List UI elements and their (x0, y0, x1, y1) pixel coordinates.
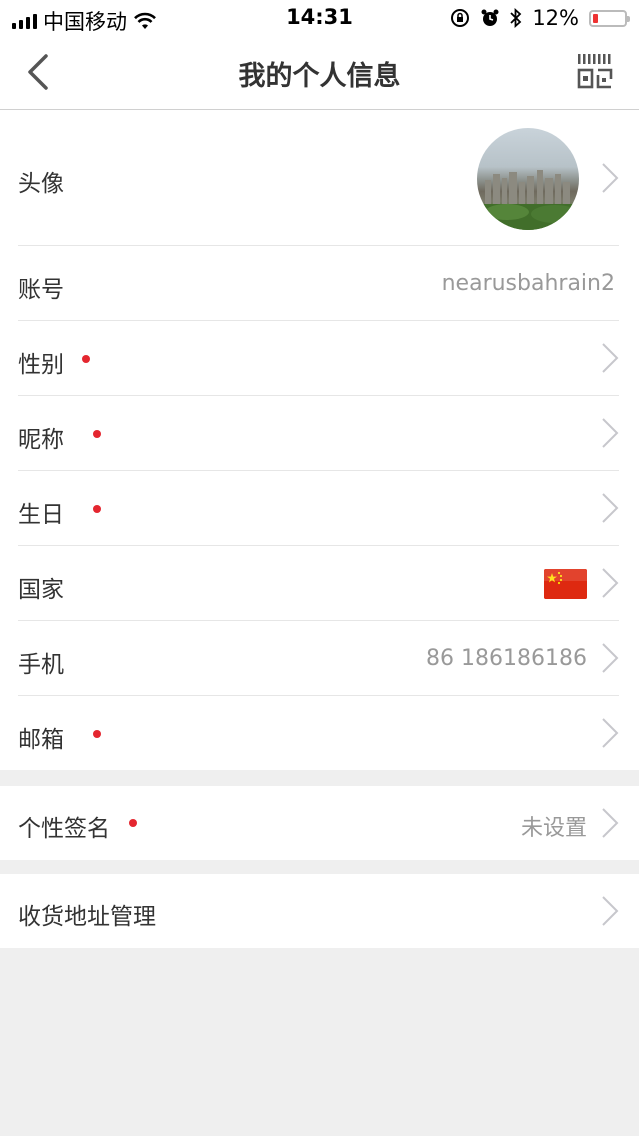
battery-icon (589, 9, 630, 27)
gender-row[interactable]: 性别 (0, 321, 639, 396)
chevron-right-icon (602, 568, 619, 598)
status-right: 12% (450, 6, 630, 30)
phone-value: 86 186186186 (426, 646, 587, 671)
required-dot (93, 430, 101, 438)
gender-label: 性别 (18, 352, 64, 378)
birthday-row[interactable]: 生日 (0, 471, 639, 546)
country-row[interactable]: 国家 (0, 546, 639, 621)
email-label: 邮箱 (18, 727, 64, 753)
china-flag-icon (544, 569, 587, 599)
profile-info-section: 头像 账号 nearusbahrain2 性别 昵称 生日 国家 手机 86 1… (0, 110, 639, 770)
account-row: 账号 nearusbahrain2 (0, 246, 639, 321)
page-title: 我的个人信息 (238, 61, 401, 92)
signature-section: 个性签名 未设置 (0, 786, 639, 860)
required-dot (93, 730, 101, 738)
phone-row[interactable]: 手机 86 186186186 (0, 621, 639, 696)
chevron-right-icon (602, 163, 619, 193)
signature-label: 个性签名 (18, 816, 110, 842)
country-label: 国家 (18, 577, 64, 603)
required-dot (82, 355, 90, 363)
signature-row[interactable]: 个性签名 未设置 (0, 786, 639, 860)
chevron-right-icon (602, 718, 619, 748)
phone-label: 手机 (18, 652, 64, 678)
nickname-label: 昵称 (18, 427, 64, 453)
chevron-right-icon (602, 808, 619, 838)
orientation-lock-icon (451, 9, 470, 27)
chevron-right-icon (602, 418, 619, 448)
email-row[interactable]: 邮箱 (0, 696, 639, 771)
chevron-right-icon (602, 896, 619, 926)
avatar (477, 128, 579, 230)
address-section: 收货地址管理 (0, 874, 639, 948)
required-dot (129, 819, 137, 827)
signature-value: 未设置 (520, 816, 587, 841)
address-management-label: 收货地址管理 (18, 904, 156, 930)
nickname-row[interactable]: 昵称 (0, 396, 639, 471)
avatar-image (477, 170, 579, 230)
alarm-icon (481, 9, 499, 26)
chevron-right-icon (602, 493, 619, 523)
status-bar: 中国移动 14:31 12% (0, 0, 639, 36)
battery-percent: 12% (532, 6, 579, 30)
account-value: nearusbahrain2 (441, 271, 615, 296)
qr-code-icon (578, 54, 611, 64)
birthday-label: 生日 (18, 502, 64, 528)
bluetooth-icon (510, 8, 522, 28)
avatar-label: 头像 (18, 171, 64, 197)
address-management-row[interactable]: 收货地址管理 (0, 874, 639, 948)
required-dot (93, 505, 101, 513)
nav-bar: 我的个人信息 (0, 36, 639, 110)
account-label: 账号 (18, 277, 64, 303)
qr-code-button[interactable] (577, 53, 613, 89)
chevron-right-icon (602, 643, 619, 673)
avatar-row[interactable]: 头像 (0, 110, 639, 246)
chevron-right-icon (602, 343, 619, 373)
